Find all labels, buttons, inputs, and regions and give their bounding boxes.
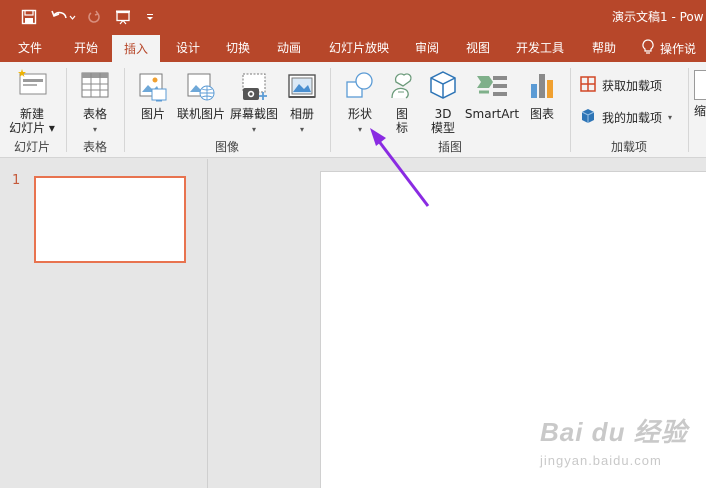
tab-animations[interactable]: 动画	[267, 34, 311, 62]
group-separator	[330, 68, 331, 152]
tab-design[interactable]: 设计	[166, 34, 210, 62]
photo-album-label: 相册	[289, 107, 314, 121]
3d-models-label-2: 模型	[430, 121, 455, 135]
watermark-url: jingyan.baidu.com	[540, 453, 662, 468]
store-icon	[580, 75, 596, 95]
document-title: 演示文稿1 - Pow	[612, 10, 704, 24]
screenshot-label: 屏幕截图	[229, 107, 278, 121]
my-addins-icon	[580, 108, 596, 127]
title-bar: 演示文稿1 - Pow	[0, 0, 706, 34]
get-addins-button[interactable]: 获取加载项	[580, 74, 662, 96]
photo-album-button[interactable]: 相册 ▾	[282, 72, 322, 137]
smartart-icon	[464, 70, 520, 103]
tab-slideshow[interactable]: 幻灯片放映	[322, 34, 396, 62]
group-separator	[66, 68, 67, 152]
3d-models-button[interactable]: 3D 模型	[422, 70, 464, 135]
group-label-images: 图像	[214, 140, 239, 154]
table-caret-icon: ▾	[92, 125, 97, 134]
group-separator	[124, 68, 125, 152]
icons-label-2: 标	[395, 121, 408, 135]
shapes-label: 形状	[347, 107, 372, 121]
screenshot-caret-icon: ▾	[251, 125, 256, 134]
pictures-label: 图片	[140, 107, 165, 121]
save-icon[interactable]	[18, 0, 40, 34]
tab-view[interactable]: 视图	[456, 34, 500, 62]
album-caret-icon: ▾	[299, 125, 304, 134]
group-label-addins: 加载项	[610, 140, 647, 154]
picture-icon	[132, 72, 174, 105]
shapes-icon	[338, 70, 382, 103]
chart-button[interactable]: 图表	[522, 70, 562, 121]
slides-pane: 1	[0, 159, 208, 488]
watermark-logo: Bai du 经验	[540, 417, 688, 447]
icons-label-1: 图	[395, 107, 408, 121]
new-slide-icon	[6, 68, 58, 101]
tell-me-box[interactable]: 操作说	[642, 34, 696, 62]
3d-models-label-1: 3D	[434, 107, 452, 121]
tab-review[interactable]: 审阅	[405, 34, 449, 62]
ribbon-panel: 新建 幻灯片 ▾ 幻灯片 表格 ▾ 表格 图片 联机图片 屏幕截图 ▾ 相册 ▾…	[0, 62, 706, 158]
present-icon[interactable]	[112, 0, 134, 34]
photo-album-icon	[282, 72, 322, 105]
group-label-slides: 幻灯片	[13, 140, 50, 154]
online-pictures-label: 联机图片	[176, 107, 225, 121]
my-addins-label: 我的加载项	[602, 110, 663, 125]
tab-file[interactable]: 文件	[10, 34, 50, 62]
shapes-caret-icon: ▾	[357, 125, 362, 134]
cut-off-label: 缩	[694, 104, 706, 118]
cut-off-button[interactable]: 缩	[694, 70, 706, 118]
customize-icon[interactable]	[142, 0, 158, 34]
cube-icon	[422, 70, 464, 103]
table-label: 表格	[82, 107, 107, 121]
table-button[interactable]: 表格 ▾	[74, 72, 116, 137]
cut-off-icon	[694, 70, 706, 100]
lightbulb-icon	[642, 38, 654, 58]
online-pictures-button[interactable]: 联机图片	[176, 72, 226, 121]
screenshot-icon	[228, 72, 280, 105]
my-addins-caret-icon: ▾	[668, 112, 673, 122]
my-addins-button[interactable]: 我的加载项 ▾	[580, 106, 672, 128]
new-slide-label-2: 幻灯片 ▾	[9, 121, 55, 135]
icons-button[interactable]: 图 标	[382, 70, 422, 135]
redo-icon[interactable]	[84, 0, 104, 34]
tab-home[interactable]: 开始	[64, 34, 108, 62]
screenshot-button[interactable]: 屏幕截图 ▾	[228, 72, 280, 137]
tell-me-label: 操作说	[660, 41, 697, 56]
chart-icon	[522, 70, 562, 103]
watermark: Bai du 经验 jingyan.baidu.com	[540, 412, 690, 478]
group-label-illustrations: 插图	[437, 140, 462, 154]
group-label-tables: 表格	[82, 140, 107, 154]
slide-number: 1	[12, 173, 21, 188]
new-slide-button[interactable]: 新建 幻灯片 ▾	[6, 68, 58, 135]
tab-developer[interactable]: 开发工具	[508, 34, 572, 62]
icons-icon	[382, 70, 422, 103]
smartart-label: SmartArt	[464, 107, 520, 121]
shapes-button[interactable]: 形状 ▾	[338, 70, 382, 137]
tab-transitions[interactable]: 切换	[216, 34, 260, 62]
smartart-button[interactable]: SmartArt	[464, 70, 520, 121]
chart-label: 图表	[529, 107, 554, 121]
ribbon-tabs: 文件 开始 插入 设计 切换 动画 幻灯片放映 审阅 视图 开发工具 帮助 操作…	[0, 34, 706, 62]
pictures-button[interactable]: 图片	[132, 72, 174, 121]
group-separator	[688, 68, 689, 152]
online-picture-icon	[176, 72, 226, 105]
slide-thumbnail[interactable]	[34, 176, 186, 263]
new-slide-label-1: 新建	[19, 107, 44, 121]
get-addins-label: 获取加载项	[602, 78, 663, 93]
tab-help[interactable]: 帮助	[582, 34, 626, 62]
table-icon	[74, 72, 116, 101]
group-separator	[570, 68, 571, 152]
undo-icon[interactable]	[48, 0, 78, 34]
tab-insert[interactable]: 插入	[112, 35, 160, 62]
